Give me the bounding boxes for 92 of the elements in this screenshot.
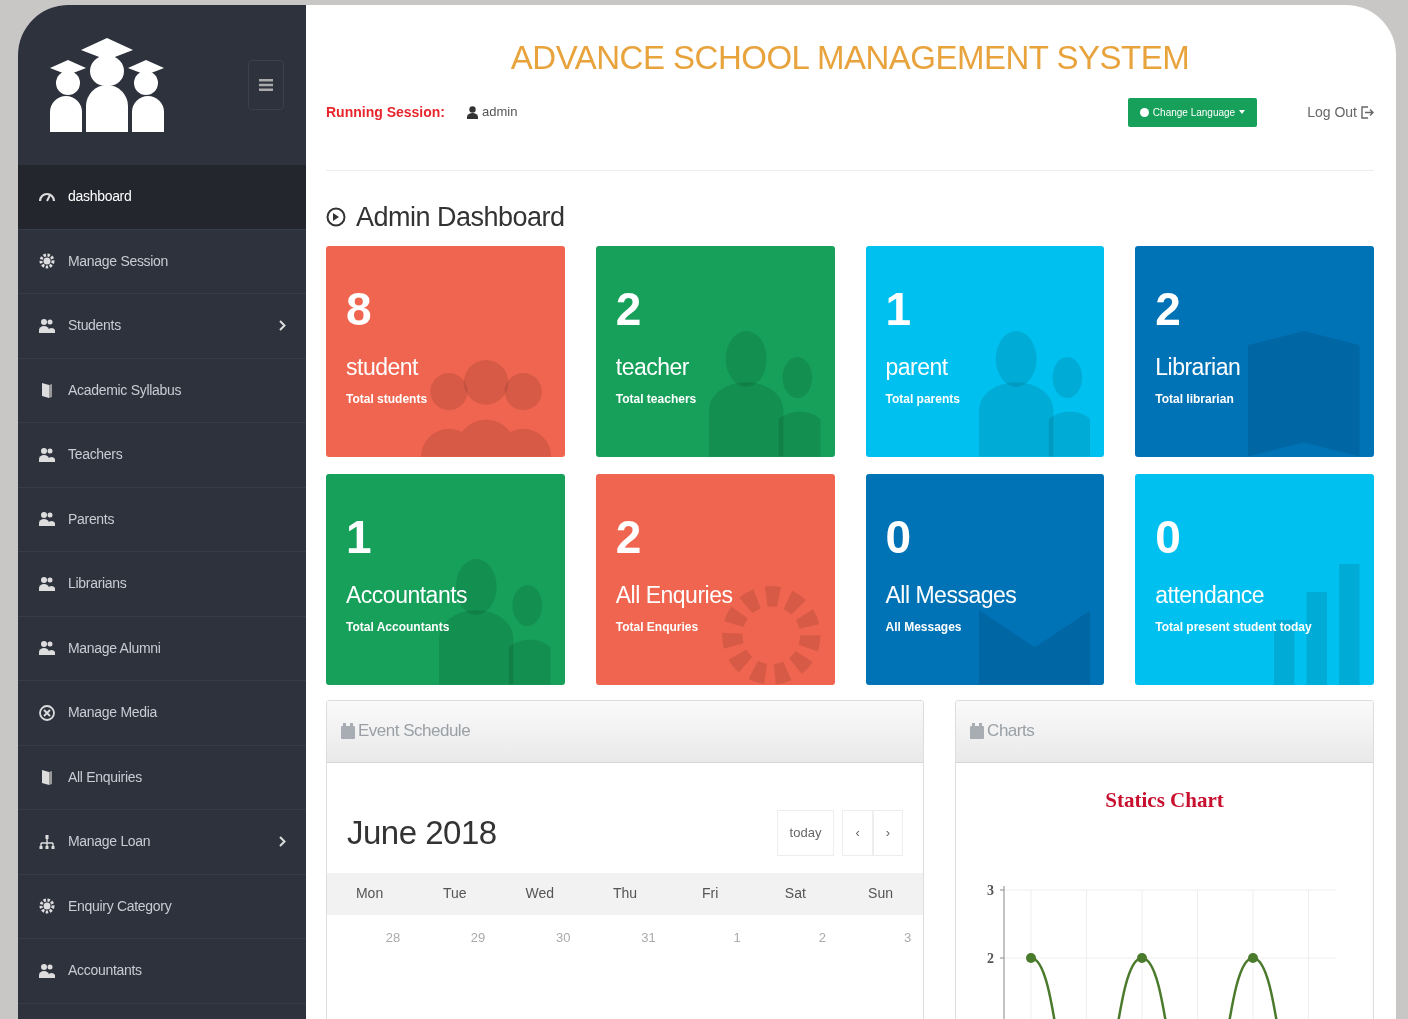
hierarchy-icon	[38, 832, 56, 851]
axis-tick-label: 3	[987, 883, 995, 898]
sidebar-item[interactable]: Manage Alumni	[18, 616, 306, 681]
sidebar-item[interactable]: Enquiry Category	[18, 874, 306, 939]
weekday-label: Mon	[355, 884, 384, 903]
chart-title: Statics Chart	[1104, 786, 1225, 814]
app-title: ADVANCE SCHOOL MANAGEMENT SYSTEM	[509, 38, 1191, 74]
weekday-label: Fri	[702, 884, 719, 903]
stat-count: 2	[1155, 282, 1181, 335]
change-language-button[interactable]: Change Language	[1127, 97, 1258, 127]
panel-title: Charts	[987, 720, 1035, 743]
calendar-icon	[341, 723, 355, 739]
stat-caption: Total present student today	[1155, 620, 1312, 634]
background-icon	[978, 610, 1091, 685]
sidebar-item[interactable]: Manage Loan	[18, 810, 306, 875]
caret-icon	[1239, 109, 1246, 115]
globe-icon	[1139, 107, 1149, 117]
axis-tick-label: 2	[987, 951, 995, 966]
sidebar-item[interactable]: Students	[18, 294, 306, 359]
sidebar-item[interactable]: Manage Session	[18, 229, 306, 294]
stat-title: All Enquries	[615, 581, 733, 608]
next-month-button[interactable]: ›	[872, 809, 904, 856]
today-button[interactable]: today	[776, 809, 835, 856]
stat-caption: Total Accountants	[346, 620, 450, 634]
stat-title: Librarian	[1155, 353, 1241, 380]
background-icon	[1274, 563, 1360, 685]
stat-count: 0	[1155, 510, 1181, 563]
menu-icon	[259, 78, 273, 92]
media-icon	[38, 703, 56, 722]
calendar-icon	[970, 723, 985, 739]
stat-count: 1	[346, 510, 372, 563]
weekday-label: Sun	[868, 884, 893, 903]
stat-title: student	[346, 353, 418, 380]
stat-count: 8	[346, 282, 372, 335]
user-icon	[467, 105, 478, 119]
weekday-label: Sat	[784, 884, 806, 903]
logout-link[interactable]: Log Out	[1307, 101, 1374, 123]
sidebar-item[interactable]: Accountants	[18, 939, 306, 1004]
graduates-logo-icon	[48, 38, 166, 132]
calendar-month-title: June 2018	[347, 812, 498, 853]
weekday-label: Tue	[442, 884, 467, 903]
sidebar-item[interactable]: Parents	[18, 487, 306, 552]
stat-title: attendance	[1155, 581, 1265, 608]
stat-title: parent	[885, 353, 948, 380]
weekday-label: Thu	[613, 884, 638, 903]
stat-tile[interactable]: 2 All Enquries Total Enquries	[595, 473, 835, 685]
data-point	[1248, 953, 1259, 963]
stat-tile[interactable]: 1 Accountants Total Accountants	[326, 473, 565, 685]
sidebar-item[interactable]: Academic Syllabus	[18, 358, 306, 423]
session-label: Running Session:	[326, 102, 445, 122]
page-title: Admin Dashboard	[356, 201, 565, 234]
stat-caption: All Messages	[885, 620, 962, 634]
settings-icon	[38, 252, 56, 271]
users-icon	[38, 639, 56, 658]
stat-caption: Total librarian	[1155, 392, 1234, 406]
stat-tile[interactable]: 8 student Total students	[326, 245, 565, 457]
settings-icon	[38, 897, 56, 916]
sidebar-item[interactable]: All Enquiries	[18, 745, 306, 810]
stat-count: 2	[615, 282, 642, 335]
data-point	[1026, 953, 1037, 963]
user-link[interactable]: admin	[467, 102, 518, 122]
stat-title: Accountants	[346, 581, 468, 608]
panel-title: Event Schedule	[358, 720, 471, 743]
sidebar-item[interactable]: Librarians	[18, 552, 306, 617]
stat-caption: Total parents	[885, 392, 960, 406]
stat-count: 0	[885, 510, 912, 563]
users-icon	[38, 961, 56, 980]
stat-title: teacher	[615, 353, 689, 380]
sidebar-item[interactable]: dashboard	[18, 165, 306, 230]
stat-caption: Total Enquries	[615, 620, 699, 634]
sidebar-item[interactable]: Manage Media	[18, 681, 306, 746]
logout-icon	[1361, 105, 1374, 119]
background-icon	[708, 330, 821, 457]
background-icon	[978, 330, 1091, 457]
users-icon	[38, 316, 56, 335]
users-icon	[38, 510, 56, 529]
stat-caption: Total teachers	[615, 392, 697, 406]
users-icon	[38, 574, 56, 593]
stat-tile[interactable]: 0 All Messages All Messages	[865, 473, 1105, 685]
stat-tile[interactable]: 2 teacher Total teachers	[595, 245, 835, 457]
sidebar-item[interactable]: Teachers	[18, 423, 306, 488]
weekday-label: Wed	[525, 884, 555, 903]
previous-month-button[interactable]: ‹	[842, 809, 873, 856]
stat-caption: Total students	[346, 392, 428, 406]
menu-toggle-button[interactable]	[248, 60, 284, 110]
background-icon	[1248, 330, 1360, 457]
stat-tile[interactable]: 2 Librarian Total librarian	[1135, 245, 1374, 457]
stat-count: 2	[615, 510, 642, 563]
stat-count: 1	[885, 282, 912, 335]
users-icon	[38, 445, 56, 464]
stat-title: All Messages	[885, 581, 1017, 608]
data-point	[1137, 953, 1148, 963]
